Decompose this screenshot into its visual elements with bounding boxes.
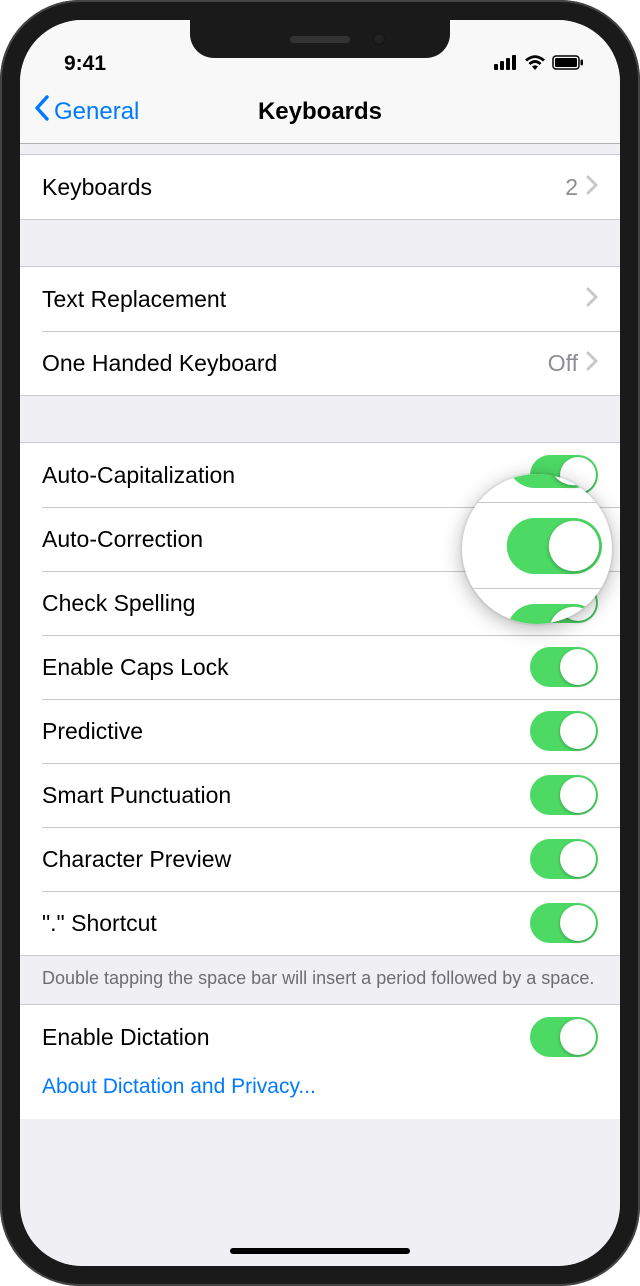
chevron-left-icon: [34, 95, 50, 128]
content: Keyboards 2 Text Replacement One Handed …: [20, 144, 620, 1266]
row-label: Auto-Capitalization: [42, 462, 530, 489]
toggle-caps-lock[interactable]: [530, 647, 598, 687]
front-camera: [373, 33, 385, 45]
speaker-grille: [290, 36, 350, 43]
row-caps-lock: Enable Caps Lock: [20, 635, 620, 699]
row-predictive: Predictive: [20, 699, 620, 763]
chevron-right-icon: [586, 174, 598, 201]
row-label: Enable Caps Lock: [42, 654, 530, 681]
wifi-icon: [524, 52, 546, 76]
toggle-character-preview[interactable]: [530, 839, 598, 879]
row-label: Enable Dictation: [42, 1024, 530, 1051]
back-button[interactable]: General: [34, 95, 139, 128]
toggle-period-shortcut[interactable]: [530, 903, 598, 943]
row-label: "." Shortcut: [42, 910, 530, 937]
group-text: Text Replacement One Handed Keyboard Off: [20, 266, 620, 396]
row-label: Auto-Correction: [42, 526, 530, 553]
back-label: General: [54, 98, 139, 126]
row-value: Off: [548, 350, 578, 377]
row-character-preview: Character Preview: [20, 827, 620, 891]
notch: [190, 20, 450, 58]
status-indicators: [494, 52, 584, 76]
toggle-smart-punctuation[interactable]: [530, 775, 598, 815]
group-dictation: Enable Dictation About Dictation and Pri…: [20, 1004, 620, 1119]
nav-bar: General Keyboards: [20, 80, 620, 144]
screen: 9:41 General Keyboards: [20, 20, 620, 1266]
row-label: Text Replacement: [42, 286, 586, 313]
cellular-icon: [494, 52, 518, 76]
row-smart-punctuation: Smart Punctuation: [20, 763, 620, 827]
footer-period-shortcut: Double tapping the space bar will insert…: [20, 956, 620, 1004]
row-text-replacement[interactable]: Text Replacement: [20, 267, 620, 331]
magnified-toggle-top: [507, 474, 602, 488]
row-label: Predictive: [42, 718, 530, 745]
row-label: Character Preview: [42, 846, 530, 873]
magnified-toggle-auto-correction: [507, 518, 602, 574]
link-dictation-privacy[interactable]: About Dictation and Privacy...: [20, 1069, 620, 1119]
magnified-toggle-bottom: [507, 604, 602, 625]
status-time: 9:41: [64, 52, 106, 76]
iphone-frame: 9:41 General Keyboards: [0, 0, 640, 1286]
row-one-handed[interactable]: One Handed Keyboard Off: [20, 331, 620, 395]
magnifier-callout: [462, 474, 612, 624]
battery-icon: [552, 52, 584, 76]
chevron-right-icon: [586, 286, 598, 313]
group-keyboards: Keyboards 2: [20, 154, 620, 220]
row-label: One Handed Keyboard: [42, 350, 548, 377]
chevron-right-icon: [586, 350, 598, 377]
row-label: Smart Punctuation: [42, 782, 530, 809]
row-label: Keyboards: [42, 174, 565, 201]
row-period-shortcut: "." Shortcut: [20, 891, 620, 955]
toggle-dictation[interactable]: [530, 1017, 598, 1057]
home-indicator[interactable]: [230, 1248, 410, 1254]
toggle-predictive[interactable]: [530, 711, 598, 751]
row-label: Check Spelling: [42, 590, 530, 617]
row-enable-dictation: Enable Dictation: [20, 1005, 620, 1069]
row-value: 2: [565, 174, 578, 201]
row-keyboards[interactable]: Keyboards 2: [20, 155, 620, 219]
